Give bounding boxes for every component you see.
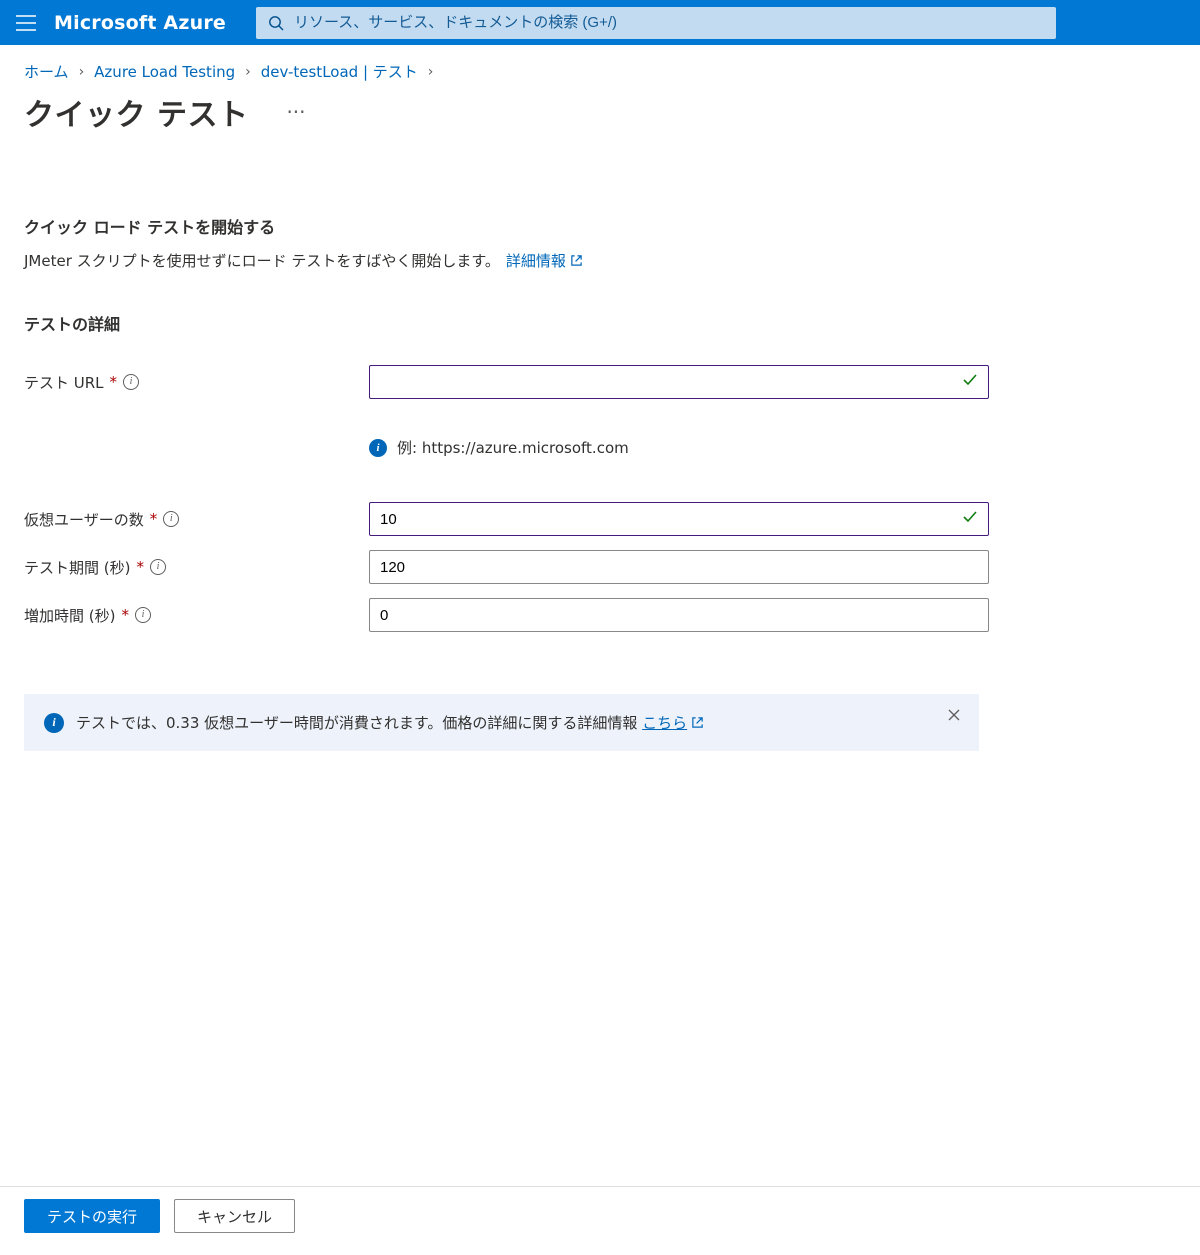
intro-text: JMeter スクリプトを使用せずにロード テストをすばやく開始します。 — [24, 250, 500, 271]
cancel-button[interactable]: キャンセル — [174, 1199, 295, 1233]
pricing-details-link-label: こちら — [642, 712, 687, 733]
top-nav-bar: Microsoft Azure — [0, 0, 1200, 45]
checkmark-icon — [961, 371, 979, 393]
test-url-field-col — [369, 365, 989, 399]
info-icon[interactable]: i — [123, 374, 139, 390]
breadcrumb: ホーム › Azure Load Testing › dev-testLoad … — [0, 45, 1200, 82]
ramp-up-label: 増加時間 (秒) — [24, 605, 115, 626]
intro-text-row: JMeter スクリプトを使用せずにロード テストをすばやく開始します。 詳細情… — [24, 250, 1176, 271]
test-url-label: テスト URL — [24, 372, 104, 393]
form-row-ramp-up: 増加時間 (秒) * i — [24, 598, 1176, 632]
chevron-right-icon: › — [428, 64, 434, 80]
required-marker: * — [136, 558, 144, 576]
required-marker: * — [121, 606, 129, 624]
run-test-button[interactable]: テストの実行 — [24, 1199, 160, 1233]
brand-label[interactable]: Microsoft Azure — [54, 12, 256, 34]
info-badge-icon: i — [369, 439, 387, 457]
required-marker: * — [110, 373, 118, 391]
test-duration-input[interactable] — [369, 550, 989, 584]
hamburger-icon — [16, 15, 36, 31]
search-icon — [268, 15, 284, 31]
info-badge-icon: i — [44, 713, 64, 733]
page-title-row: クイック テスト ··· — [0, 82, 1200, 134]
hamburger-menu-button[interactable] — [12, 9, 40, 37]
chevron-right-icon: › — [245, 64, 251, 80]
virtual-users-field-col — [369, 502, 989, 536]
test-duration-label-col: テスト期間 (秒) * i — [24, 557, 369, 578]
form-row-test-url: テスト URL * i — [24, 365, 1176, 399]
footer-actions: テストの実行 キャンセル — [0, 1186, 1200, 1255]
learn-more-link[interactable]: 詳細情報 — [506, 250, 583, 271]
test-url-label-col: テスト URL * i — [24, 372, 369, 393]
ramp-up-input[interactable] — [369, 598, 989, 632]
info-icon[interactable]: i — [150, 559, 166, 575]
virtual-users-input[interactable] — [369, 502, 989, 536]
pricing-banner-text: テストでは、0.33 仮想ユーザー時間が消費されます。価格の詳細に関する詳細情報… — [76, 712, 704, 733]
more-actions-button[interactable]: ··· — [278, 98, 313, 126]
virtual-users-label: 仮想ユーザーの数 — [24, 509, 144, 530]
global-search-input[interactable] — [294, 14, 1044, 31]
virtual-users-label-col: 仮想ユーザーの数 * i — [24, 509, 369, 530]
pricing-details-link[interactable]: こちら — [642, 712, 704, 733]
breadcrumb-resource[interactable]: dev-testLoad | テスト — [261, 61, 418, 82]
form-section-heading: テストの詳細 — [24, 311, 1176, 335]
test-duration-label: テスト期間 (秒) — [24, 557, 130, 578]
ramp-up-label-col: 増加時間 (秒) * i — [24, 605, 369, 626]
checkmark-icon — [961, 508, 979, 530]
test-duration-field-col — [369, 550, 989, 584]
close-icon — [948, 709, 960, 721]
info-icon[interactable]: i — [163, 511, 179, 527]
global-search[interactable] — [256, 7, 1056, 39]
breadcrumb-home[interactable]: ホーム — [24, 61, 69, 82]
chevron-right-icon: › — [79, 64, 85, 80]
learn-more-link-label: 詳細情報 — [506, 250, 566, 271]
external-link-icon — [570, 254, 583, 267]
ramp-up-field-col — [369, 598, 989, 632]
info-icon[interactable]: i — [135, 607, 151, 623]
pricing-banner: i テストでは、0.33 仮想ユーザー時間が消費されます。価格の詳細に関する詳細… — [24, 694, 979, 751]
breadcrumb-service[interactable]: Azure Load Testing — [94, 63, 235, 81]
test-url-example-row: i 例: https://azure.microsoft.com — [369, 437, 1176, 458]
banner-close-button[interactable] — [943, 704, 965, 726]
page-title: クイック テスト — [24, 90, 248, 134]
form-row-virtual-users: 仮想ユーザーの数 * i — [24, 502, 1176, 536]
form-row-test-duration: テスト期間 (秒) * i — [24, 550, 1176, 584]
main-content: クイック ロード テストを開始する JMeter スクリプトを使用せずにロード … — [0, 134, 1200, 1186]
intro-heading: クイック ロード テストを開始する — [24, 214, 1176, 238]
pricing-banner-prefix: テストでは、0.33 仮想ユーザー時間が消費されます。価格の詳細に関する詳細情報 — [76, 714, 642, 732]
external-link-icon — [691, 716, 704, 729]
test-url-example-text: 例: https://azure.microsoft.com — [397, 437, 629, 458]
test-url-input[interactable] — [369, 365, 989, 399]
required-marker: * — [150, 510, 158, 528]
